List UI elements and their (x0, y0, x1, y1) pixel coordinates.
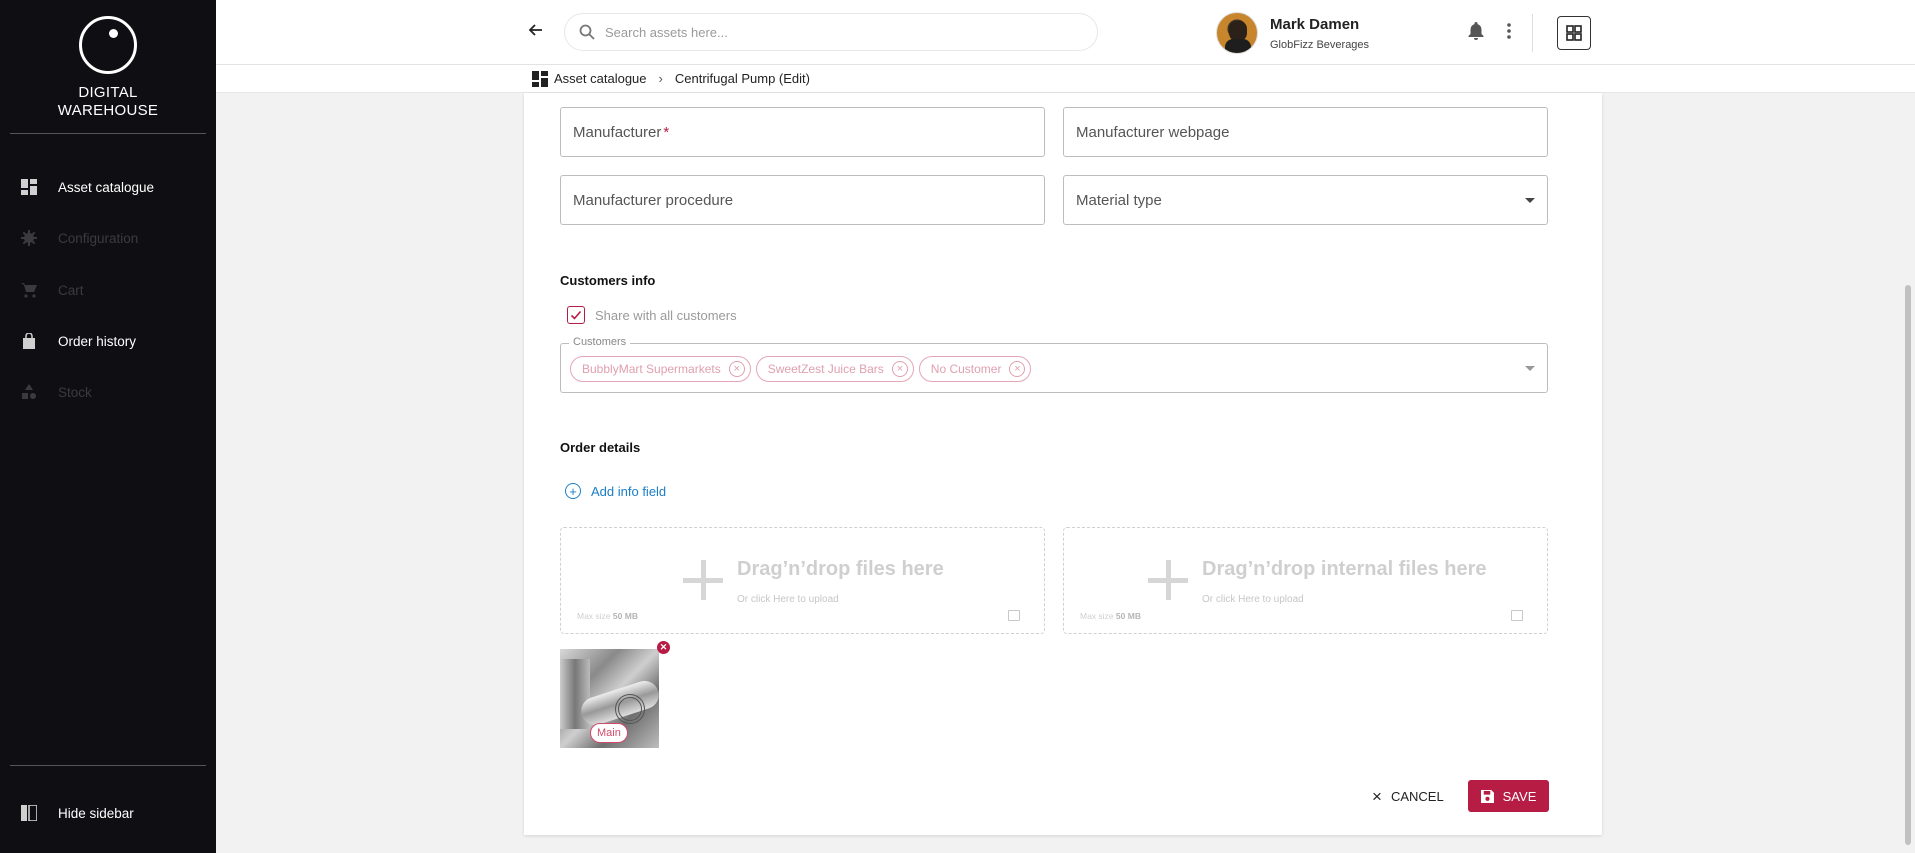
hide-sidebar-label: Hide sidebar (58, 805, 134, 821)
manufacturer-procedure-label: Manufacturer procedure (573, 191, 734, 209)
dashboard-icon (20, 178, 38, 196)
app-switcher-button[interactable] (1557, 16, 1591, 50)
add-info-field-label: Add info field (591, 483, 667, 499)
breadcrumb: Asset catalogue › Centrifugal Pump (Edit… (216, 65, 1915, 93)
image-icon (1008, 610, 1020, 621)
sidebar-toggle-icon (20, 804, 38, 822)
chevron-right-icon: › (658, 71, 663, 86)
cancel-label: CANCEL (1390, 788, 1444, 804)
sidebar-divider (10, 765, 206, 766)
dashboard-icon (532, 70, 548, 87)
save-button[interactable]: SAVE (1468, 780, 1549, 812)
sidebar-item-order-history[interactable]: Order history (0, 321, 216, 361)
customer-chip: BubblyMart Supermarkets × (570, 356, 751, 382)
back-button[interactable] (528, 22, 548, 42)
breadcrumb-asset-catalogue[interactable]: Asset catalogue (532, 70, 647, 87)
dropdown-arrow-icon (1525, 198, 1535, 203)
header-divider (1532, 14, 1533, 52)
shapes-icon (20, 383, 38, 401)
dropzone-title: Drag’n’drop internal files here (1202, 558, 1487, 580)
customers-select[interactable]: Customers BubblyMart Supermarkets × Swee… (560, 336, 1548, 393)
remove-chip-icon[interactable]: × (728, 361, 745, 377)
bell-icon (1468, 22, 1484, 40)
customer-chip-label: No Customer (930, 362, 1002, 376)
save-label: SAVE (1502, 788, 1537, 804)
material-type-select[interactable]: Material type (1063, 175, 1548, 225)
max-size-label: Max size 50 MB (577, 611, 638, 621)
required-marker: * (663, 123, 670, 141)
gear-icon (20, 229, 38, 247)
grid-icon (1566, 25, 1582, 41)
share-all-customers-label: Share with all customers (595, 307, 737, 323)
dropzone-subtitle: Or click Here to upload (1202, 594, 1304, 605)
manufacturer-webpage-field[interactable]: Manufacturer webpage (1063, 107, 1548, 157)
manufacturer-webpage-label: Manufacturer webpage (1076, 123, 1230, 141)
internal-file-dropzone[interactable]: Drag’n’drop internal files here Or click… (1063, 527, 1548, 634)
customer-chip: No Customer × (918, 356, 1032, 382)
customers-info-heading: Customers info (560, 273, 656, 288)
remove-image-icon[interactable]: ✕ (657, 641, 670, 654)
sidebar-divider (10, 133, 206, 134)
sidebar-item-label: Order history (58, 333, 137, 349)
manufacturer-label: Manufacturer (573, 123, 662, 141)
breadcrumb-home-label: Asset catalogue (554, 71, 647, 86)
sidebar-item-asset-catalogue[interactable]: Asset catalogue (0, 167, 216, 207)
floppy-disk-icon (1480, 789, 1494, 803)
add-circle-icon: + (565, 483, 581, 499)
remove-chip-icon[interactable]: × (891, 361, 908, 377)
shopping-bag-icon (20, 332, 38, 350)
manufacturer-procedure-field[interactable]: Manufacturer procedure (560, 175, 1045, 225)
breadcrumb-current: Centrifugal Pump (Edit) (674, 71, 810, 86)
sidebar-item-label: Configuration (58, 230, 139, 246)
brand-logo[interactable]: DIGITAL WAREHOUSE (0, 16, 216, 120)
dropdown-arrow-icon[interactable] (1525, 366, 1535, 371)
sidebar-item-label: Asset catalogue (58, 179, 155, 195)
file-dropzone[interactable]: Drag’n’drop files here Or click Here to … (560, 527, 1045, 634)
plus-icon (683, 560, 723, 600)
remove-chip-icon[interactable]: × (1009, 361, 1026, 377)
dropzone-subtitle: Or click Here to upload (737, 594, 839, 605)
user-name: Mark Damen (1270, 16, 1360, 33)
user-organization: GlobFizz Beverages (1270, 39, 1370, 51)
arrow-left-icon (528, 24, 542, 36)
sidebar-item-label: Stock (58, 384, 92, 400)
max-size-label: Max size 50 MB (1080, 611, 1141, 621)
cart-icon (20, 281, 38, 299)
search-input[interactable] (605, 24, 1065, 40)
checkbox-checked-icon (567, 306, 585, 324)
manufacturer-field[interactable]: Manufacturer * (560, 107, 1045, 157)
page-scrollbar[interactable] (1905, 285, 1911, 845)
customer-chips: BubblyMart Supermarkets × SweetZest Juic… (570, 356, 1032, 382)
top-bar: Mark Damen GlobFizz Beverages (216, 0, 1915, 65)
sidebar-item-label: Cart (58, 282, 84, 298)
avatar[interactable] (1216, 12, 1258, 54)
more-options-button[interactable] (1506, 22, 1516, 42)
hide-sidebar-button[interactable]: Hide sidebar (0, 793, 216, 833)
customer-chip: SweetZest Juice Bars × (755, 356, 914, 382)
cancel-button[interactable]: × CANCEL (1372, 780, 1444, 812)
sidebar-item-cart[interactable]: Cart (0, 270, 216, 310)
plus-icon (1148, 560, 1188, 600)
share-all-customers-checkbox[interactable]: Share with all customers (567, 306, 737, 324)
order-details-heading: Order details (560, 440, 641, 455)
search-bar[interactable] (564, 13, 1098, 51)
sidebar: DIGITAL WAREHOUSE Asset catalogue Config… (0, 0, 216, 853)
brand-name: DIGITAL WAREHOUSE (57, 84, 159, 119)
sidebar-item-stock[interactable]: Stock (0, 372, 216, 412)
dropzone-title: Drag’n’drop files here (737, 558, 944, 580)
material-type-label: Material type (1076, 191, 1162, 209)
customer-chip-label: BubblyMart Supermarkets (582, 362, 721, 376)
sidebar-item-configuration[interactable]: Configuration (0, 218, 216, 258)
add-info-field-button[interactable]: + Add info field (565, 483, 666, 499)
image-icon (1511, 610, 1523, 621)
notifications-button[interactable] (1468, 22, 1486, 42)
customers-legend: Customers (569, 336, 631, 348)
search-icon (579, 24, 595, 40)
customer-chip-label: SweetZest Juice Bars (767, 362, 884, 376)
close-icon: × (1372, 786, 1382, 806)
main-image-badge: Main (590, 723, 628, 743)
logo-icon (79, 16, 137, 74)
more-vertical-icon (1507, 23, 1511, 39)
